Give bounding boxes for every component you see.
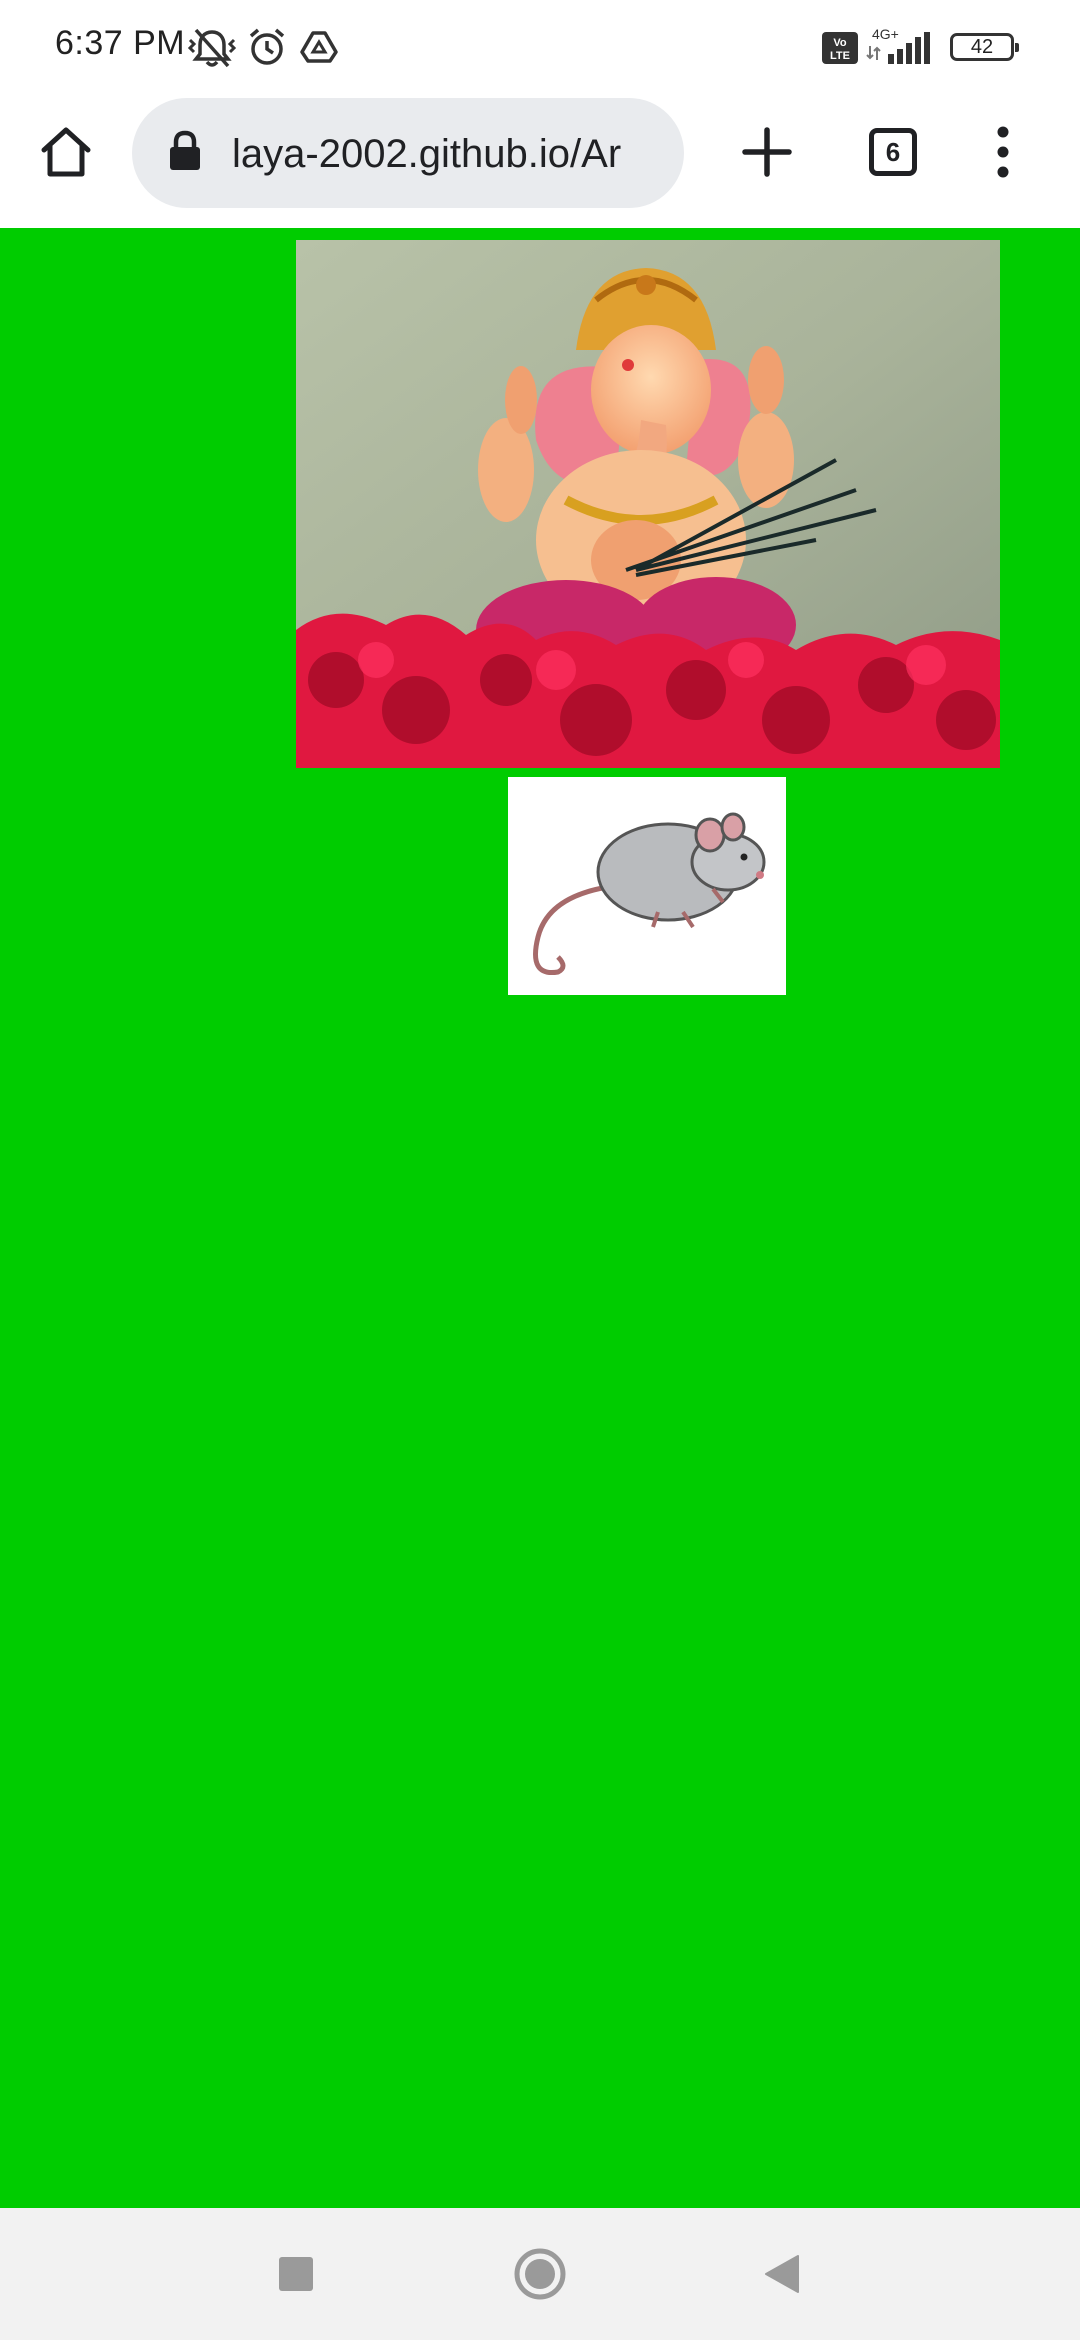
status-bar: 6:37 PM Vo LTE 4G+ 42 [0, 0, 1080, 96]
volte-icon: Vo LTE [822, 32, 858, 69]
new-tab-icon [742, 127, 792, 177]
signal-icon [866, 32, 936, 69]
home-button[interactable] [30, 116, 102, 188]
battery-level: 42 [970, 36, 994, 58]
recents-icon [279, 2257, 313, 2291]
home-icon [41, 127, 91, 177]
browser-toolbar: laya-2002.github.io/Ar 6 [0, 96, 1080, 228]
battery-icon: 42 [950, 33, 1019, 61]
lock-icon [168, 130, 202, 177]
alarm-icon [246, 26, 288, 73]
mouse-image[interactable] [508, 777, 786, 995]
back-icon [765, 2255, 799, 2293]
drive-icon [300, 30, 338, 69]
mute-vibrate-icon [187, 26, 237, 75]
ganesha-idol-image[interactable] [296, 240, 1000, 768]
svg-text:LTE: LTE [830, 50, 850, 62]
recents-button[interactable] [256, 2238, 336, 2310]
url-text: laya-2002.github.io/Ar [232, 132, 622, 176]
navigation-bar [0, 2208, 1080, 2340]
tab-count: 6 [885, 136, 901, 167]
tab-switcher-button[interactable]: 6 [869, 128, 917, 176]
url-bar[interactable]: laya-2002.github.io/Ar [132, 98, 684, 208]
new-tab-button[interactable] [731, 116, 803, 188]
home-nav-icon [514, 2248, 566, 2300]
status-time: 6:37 PM [55, 24, 186, 62]
phone-screen: 6:37 PM Vo LTE 4G+ 42 laya-2002.github.i… [0, 0, 1080, 2340]
menu-button[interactable] [967, 116, 1039, 188]
back-button[interactable] [742, 2238, 822, 2310]
svg-text:Vo: Vo [833, 37, 847, 49]
home-nav-button[interactable] [500, 2238, 580, 2310]
web-page [0, 228, 1080, 2208]
menu-icon [997, 126, 1009, 178]
